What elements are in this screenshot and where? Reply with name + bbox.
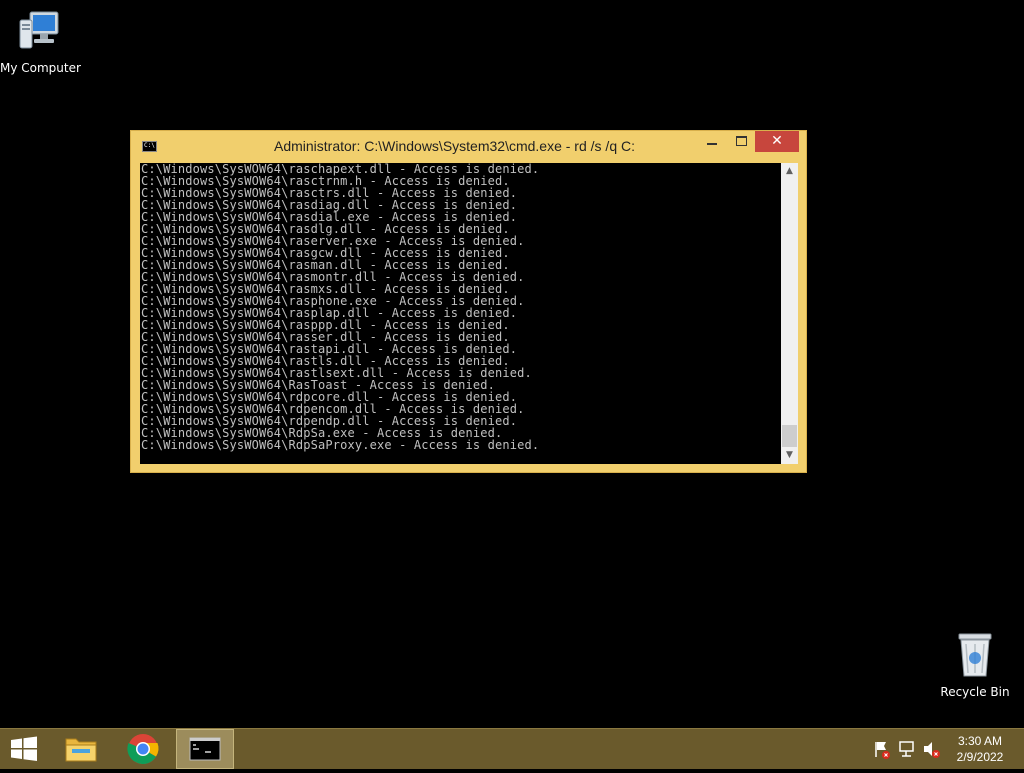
scroll-thumb[interactable] xyxy=(782,425,797,447)
desktop-icon-label: Recycle Bin xyxy=(940,685,1010,699)
maximize-button[interactable] xyxy=(728,131,754,152)
desktop-icon-recycle-bin[interactable]: Recycle Bin xyxy=(940,630,1010,699)
taskbar: 3:30 AM 2/9/2022 xyxy=(0,728,1024,769)
cmd-icon[interactable]: C:\ xyxy=(142,141,157,152)
clock-time: 3:30 AM xyxy=(957,734,1003,748)
close-icon: ✕ xyxy=(771,133,783,149)
chrome-icon xyxy=(127,734,159,764)
recycle-bin-icon xyxy=(958,633,992,677)
console-line: C:\Windows\SysWOW64\RdpSaProxy.exe - Acc… xyxy=(141,438,540,452)
computer-icon xyxy=(19,11,59,49)
vertical-scrollbar[interactable]: ▲ ▼ xyxy=(781,163,798,464)
file-explorer-icon xyxy=(65,738,97,762)
taskbar-cmd[interactable] xyxy=(176,729,234,769)
cmd-window[interactable]: C:\ Administrator: C:\Windows\System32\c… xyxy=(130,130,807,473)
scroll-up-arrow-icon[interactable]: ▲ xyxy=(781,163,798,180)
cmd-icon xyxy=(189,737,221,761)
console-output[interactable]: C:\Windows\SysWOW64\raschapext.dll - Acc… xyxy=(140,163,781,464)
close-button[interactable]: ✕ xyxy=(755,131,799,152)
console-lines: C:\Windows\SysWOW64\raschapext.dll - Acc… xyxy=(140,163,781,451)
clock-date: 2/9/2022 xyxy=(956,750,1004,764)
taskbar-chrome[interactable] xyxy=(120,729,166,769)
start-button[interactable] xyxy=(0,729,48,769)
system-clock[interactable]: 3:30 AM 2/9/2022 xyxy=(948,733,1012,765)
taskbar-file-explorer[interactable] xyxy=(58,729,104,769)
desktop-icon-label: My Computer xyxy=(0,61,81,75)
volume-muted-icon[interactable] xyxy=(921,729,941,769)
minimize-button[interactable] xyxy=(699,131,725,152)
window-title: Administrator: C:\Windows\System32\cmd.e… xyxy=(274,138,635,154)
desktop-icon-my-computer[interactable]: My Computer xyxy=(0,8,81,75)
windows-start-icon xyxy=(11,736,37,761)
network-icon[interactable] xyxy=(897,729,917,769)
scroll-down-arrow-icon[interactable]: ▼ xyxy=(781,447,798,464)
action-center-flag-icon[interactable] xyxy=(872,729,892,769)
title-bar[interactable]: C:\ Administrator: C:\Windows\System32\c… xyxy=(131,131,806,163)
